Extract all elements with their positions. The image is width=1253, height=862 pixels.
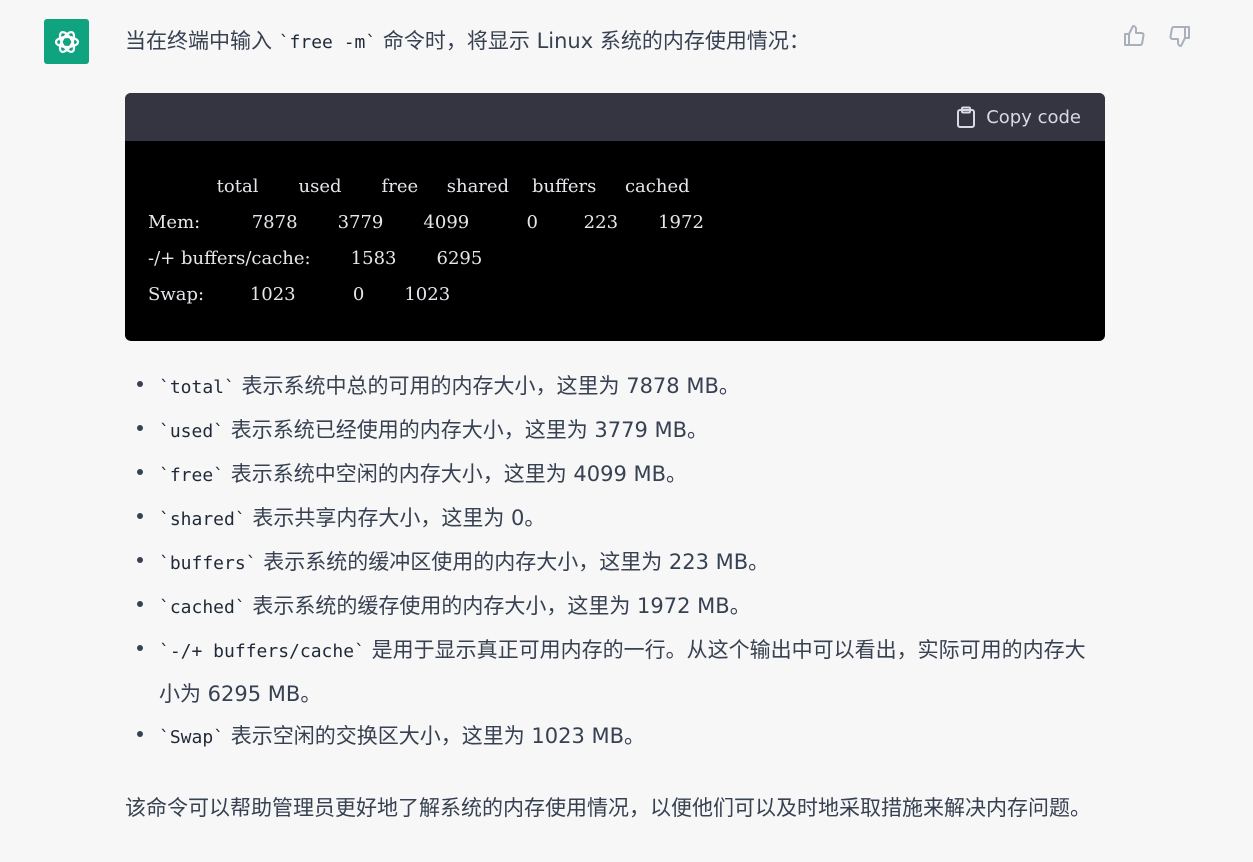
list-item-text: 表示系统中空闲的内存大小，这里为 4099 MB。 bbox=[224, 462, 688, 486]
thumbs-down-icon bbox=[1169, 26, 1190, 47]
assistant-message: 当在终端中输入 `free -m` 命令时，将显示 Linux 系统的内存使用情… bbox=[125, 22, 1105, 829]
list-item-text: 表示共享内存大小，这里为 0。 bbox=[245, 506, 546, 530]
list-item-text: 表示系统的缓冲区使用的内存大小，这里为 223 MB。 bbox=[256, 550, 770, 574]
inline-code: `shared` bbox=[159, 509, 246, 530]
summary-text: 该命令可以帮助管理员更好地了解系统的内存使用情况，以便他们可以及时地采取措施来解… bbox=[125, 796, 1091, 820]
list-item-text: 表示系统已经使用的内存大小，这里为 3779 MB。 bbox=[224, 418, 709, 442]
list-item: `Swap` 表示空闲的交换区大小，这里为 1023 MB。 bbox=[125, 715, 1105, 759]
explanation-list: `total` 表示系统中总的可用的内存大小，这里为 7878 MB。 `use… bbox=[125, 365, 1105, 759]
copy-code-button[interactable]: Copy code bbox=[956, 106, 1081, 128]
code-line: Swap: 1023 0 1023 bbox=[148, 284, 451, 305]
inline-code: `cached` bbox=[159, 597, 246, 618]
inline-code: `used` bbox=[159, 421, 225, 442]
list-item-text: 表示系统中总的可用的内存大小，这里为 7878 MB。 bbox=[234, 374, 740, 398]
list-item: `shared` 表示共享内存大小，这里为 0。 bbox=[125, 497, 1105, 541]
thumbs-down-button[interactable] bbox=[1166, 22, 1194, 50]
clipboard-icon bbox=[957, 106, 976, 128]
code-header: Copy code bbox=[125, 93, 1105, 141]
thumbs-up-button[interactable] bbox=[1120, 22, 1148, 50]
list-item: `buffers` 表示系统的缓冲区使用的内存大小，这里为 223 MB。 bbox=[125, 541, 1105, 585]
inline-code: `buffers` bbox=[159, 553, 257, 574]
code-body: total used free shared buffers cached Me… bbox=[125, 141, 1105, 341]
list-item: `-/+ buffers/cache` 是用于显示真正可用内存的一行。从这个输出… bbox=[125, 629, 1105, 715]
code-line: Mem: 7878 3779 4099 0 223 1972 bbox=[148, 212, 704, 233]
inline-code: `Swap` bbox=[159, 727, 225, 748]
list-item: `used` 表示系统已经使用的内存大小，这里为 3779 MB。 bbox=[125, 409, 1105, 453]
code-line: -/+ buffers/cache: 1583 6295 bbox=[148, 248, 483, 269]
intro-after: 命令时，将显示 Linux 系统的内存使用情况： bbox=[376, 29, 810, 53]
list-item: `free` 表示系统中空闲的内存大小，这里为 4099 MB。 bbox=[125, 453, 1105, 497]
assistant-avatar bbox=[44, 19, 89, 64]
openai-logo-icon bbox=[54, 30, 79, 53]
list-item: `total` 表示系统中总的可用的内存大小，这里为 7878 MB。 bbox=[125, 365, 1105, 409]
copy-code-label: Copy code bbox=[986, 106, 1081, 128]
list-item: `cached` 表示系统的缓存使用的内存大小，这里为 1972 MB。 bbox=[125, 585, 1105, 629]
code-line: total used free shared buffers cached bbox=[148, 176, 690, 197]
inline-code: `total` bbox=[159, 377, 235, 398]
intro-text: 当在终端中输入 `free -m` 命令时，将显示 Linux 系统的内存使用情… bbox=[125, 22, 1105, 62]
code-block: Copy code total used free shared buffers… bbox=[125, 93, 1105, 341]
list-item-text: 表示空闲的交换区大小，这里为 1023 MB。 bbox=[224, 724, 646, 748]
thumbs-up-icon bbox=[1124, 25, 1145, 46]
inline-code: `free` bbox=[159, 465, 225, 486]
inline-code: `-/+ buffers/cache` bbox=[159, 641, 365, 662]
list-item-text: 表示系统的缓存使用的内存大小，这里为 1972 MB。 bbox=[245, 594, 751, 618]
intro-before: 当在终端中输入 bbox=[125, 29, 279, 53]
feedback-buttons bbox=[1120, 22, 1194, 50]
inline-code: `free -m` bbox=[278, 32, 377, 53]
